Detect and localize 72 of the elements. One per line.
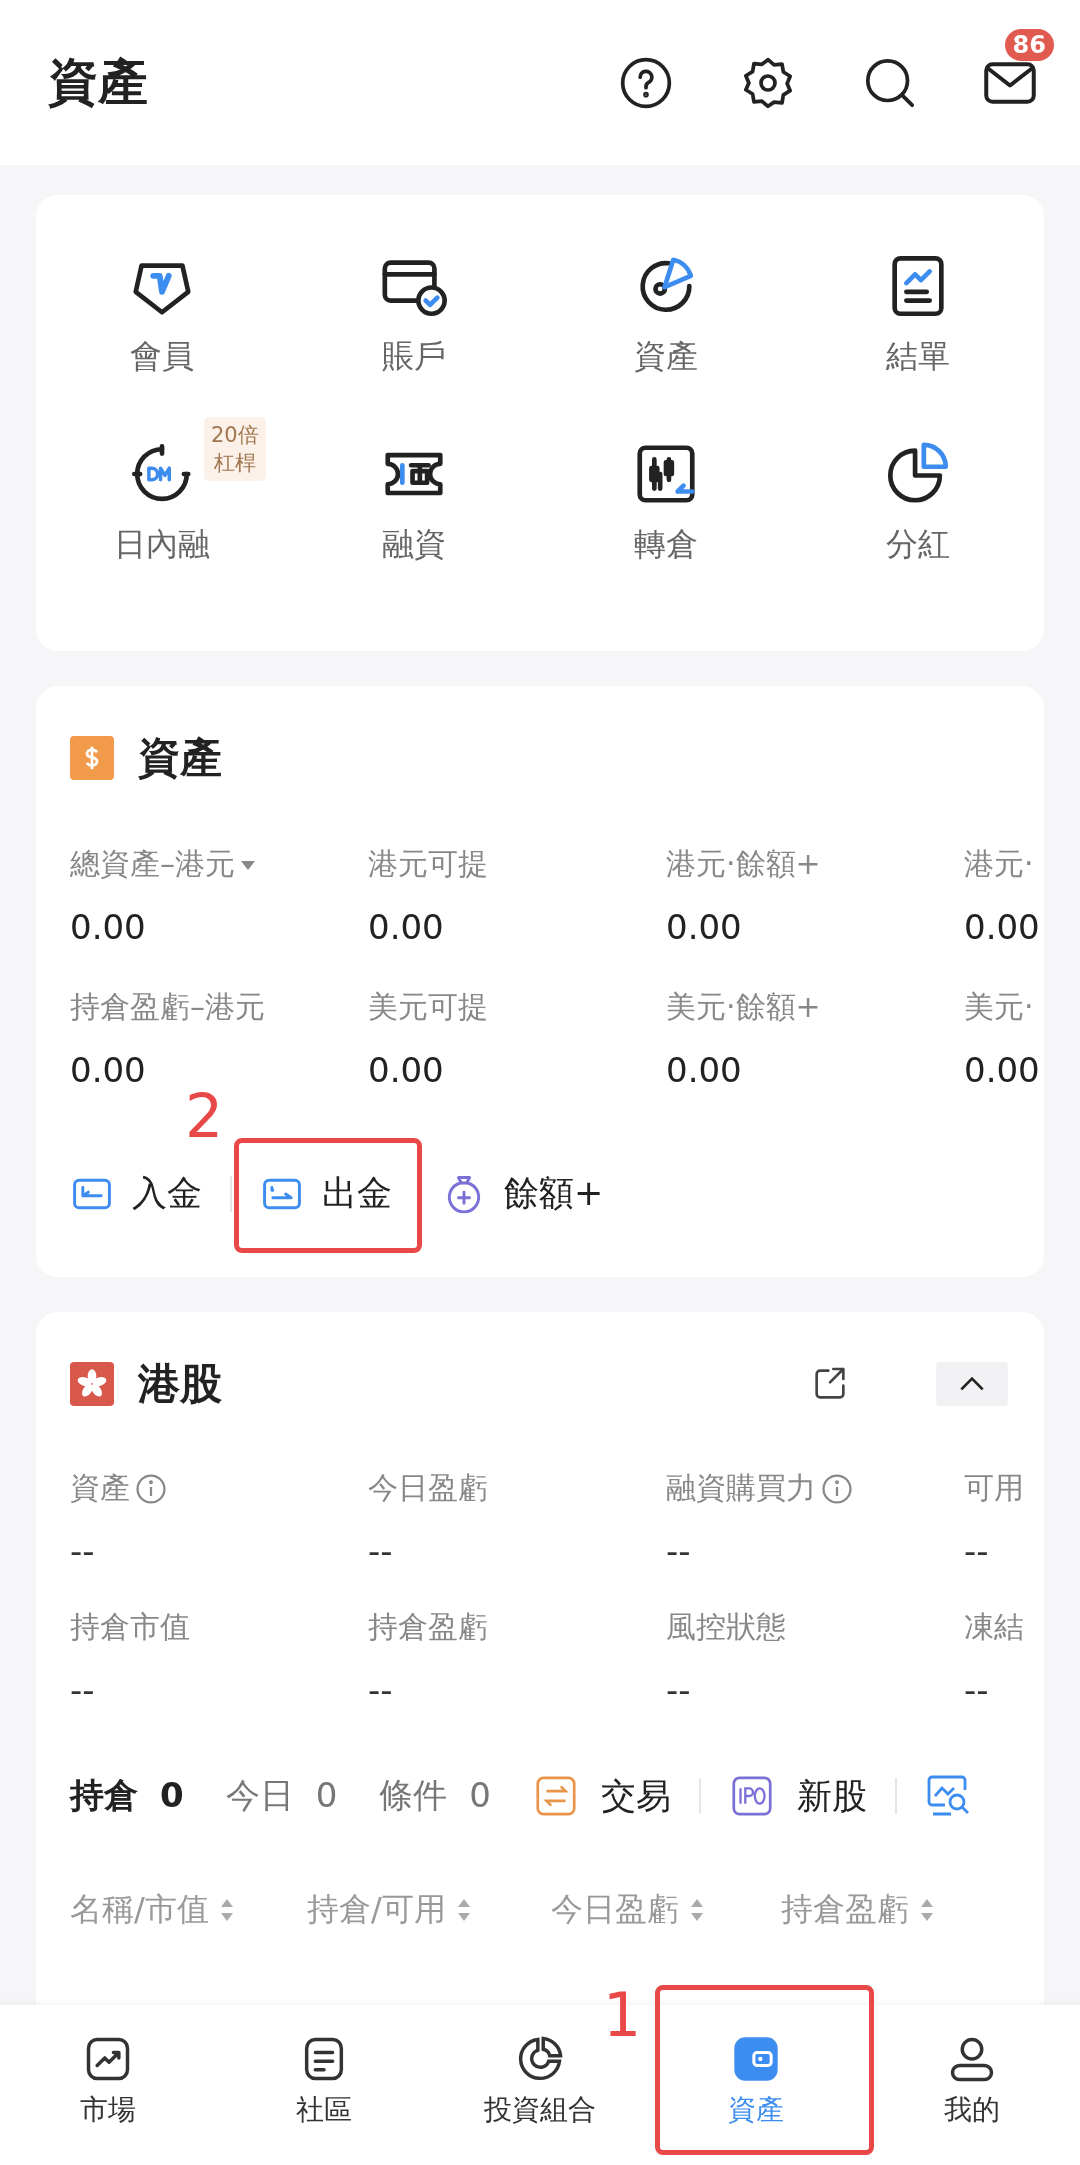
metric-label: 持倉盈虧–港元 [70, 988, 266, 1026]
page-title: 資產 [48, 52, 149, 113]
metric-value: -- [70, 1670, 96, 1710]
section-title: 港股 [138, 1358, 223, 1410]
metric-value: -- [368, 1531, 394, 1571]
nav-tab[interactable]: 社區 [216, 2005, 432, 2165]
shortcut-label: 結單 [886, 336, 950, 377]
metric-value: -- [964, 1531, 990, 1571]
shortcut-label: 資產 [634, 336, 698, 377]
shortcut-label: 會員 [130, 336, 194, 377]
metric-value: -- [666, 1531, 692, 1571]
flower-flag-icon [70, 1362, 114, 1406]
ipo-button[interactable]: 新股 [728, 1772, 867, 1820]
position-tab[interactable]: 條件 0 [379, 1773, 491, 1819]
metric-label: 可用 [964, 1469, 1024, 1507]
shortcut-item[interactable]: 賬戶 [379, 251, 449, 379]
shortcut-item[interactable]: 轉倉 [631, 439, 701, 567]
metric-label: 美元可提 [368, 988, 489, 1026]
info-icon[interactable] [820, 1471, 854, 1506]
metric-value: 0.00 [368, 907, 445, 947]
metric-value: -- [666, 1670, 692, 1710]
unread-badge: 86 [1004, 28, 1054, 61]
collapse-button[interactable] [936, 1362, 1008, 1406]
leverage-tag: 20倍 杠桿 [204, 417, 266, 481]
shortcut-item[interactable]: 融資 [379, 439, 449, 567]
metric-value: -- [368, 1670, 394, 1710]
metric-label[interactable]: 總資產–港元 [70, 844, 368, 885]
shortcut-label: 賬戶 [382, 336, 446, 377]
shortcut-label: 日內融 [114, 524, 210, 565]
metric-label: 美元· [964, 988, 1035, 1026]
withdraw-button[interactable]: 出金 [260, 1164, 392, 1223]
metric-value: 0.00 [964, 907, 1041, 947]
shortcut-label: 轉倉 [634, 524, 698, 565]
metric-label: 港元·餘額+ [666, 845, 822, 883]
info-icon[interactable] [134, 1471, 168, 1506]
shortcut-item[interactable]: 資產 [631, 251, 701, 379]
metric-label: 今日盈虧 [368, 1469, 488, 1507]
metric-label: 持倉盈虧 [368, 1608, 488, 1646]
metric-value: 0.00 [666, 1050, 743, 1090]
metric-label: 融資購買力 [666, 1468, 854, 1509]
metric-label: 資產 [70, 1468, 168, 1509]
balance-button[interactable]: 餘額+ [442, 1164, 604, 1223]
section-title: 資產 [138, 732, 222, 784]
position-tab[interactable]: 今日 0 [225, 1773, 338, 1819]
annotation-number: 1 [603, 1985, 642, 2045]
nav-tab[interactable]: 資產 [648, 2005, 864, 2165]
shortcut-label: 分紅 [886, 524, 950, 565]
position-tab[interactable]: 持倉 0 [70, 1773, 184, 1819]
dollar-icon [70, 736, 114, 780]
shortcut-item[interactable]: 會員 [127, 251, 197, 379]
shortcut-label: 融資 [382, 524, 446, 565]
metric-value: 0.00 [964, 1050, 1041, 1090]
annotation-number: 2 [185, 1086, 224, 1146]
metric-label: 美元·餘額+ [666, 988, 822, 1026]
metric-label: 港元可提 [368, 845, 489, 883]
trade-button[interactable]: 交易 [532, 1772, 671, 1820]
metric-label: 港元· [964, 845, 1035, 883]
shortcut-item[interactable]: 結單 [883, 251, 953, 379]
metric-label: 持倉市值 [70, 1608, 190, 1646]
deposit-button[interactable]: 入金 [70, 1164, 202, 1223]
metric-value: 0.00 [666, 907, 743, 947]
metric-value: 0.00 [70, 1050, 147, 1090]
metric-value: 0.00 [70, 907, 147, 947]
metric-value: -- [964, 1670, 990, 1710]
metric-value: -- [70, 1531, 96, 1571]
metric-label: 凍結 [964, 1608, 1024, 1646]
metric-label: 風控狀態 [666, 1608, 786, 1646]
nav-tab[interactable]: 我的 [864, 2005, 1080, 2165]
metric-value: 0.00 [368, 1050, 445, 1090]
nav-tab[interactable]: 市場 [0, 2005, 216, 2165]
mail-icon[interactable] [984, 61, 1036, 104]
shortcut-item[interactable]: 分紅 [883, 439, 953, 567]
